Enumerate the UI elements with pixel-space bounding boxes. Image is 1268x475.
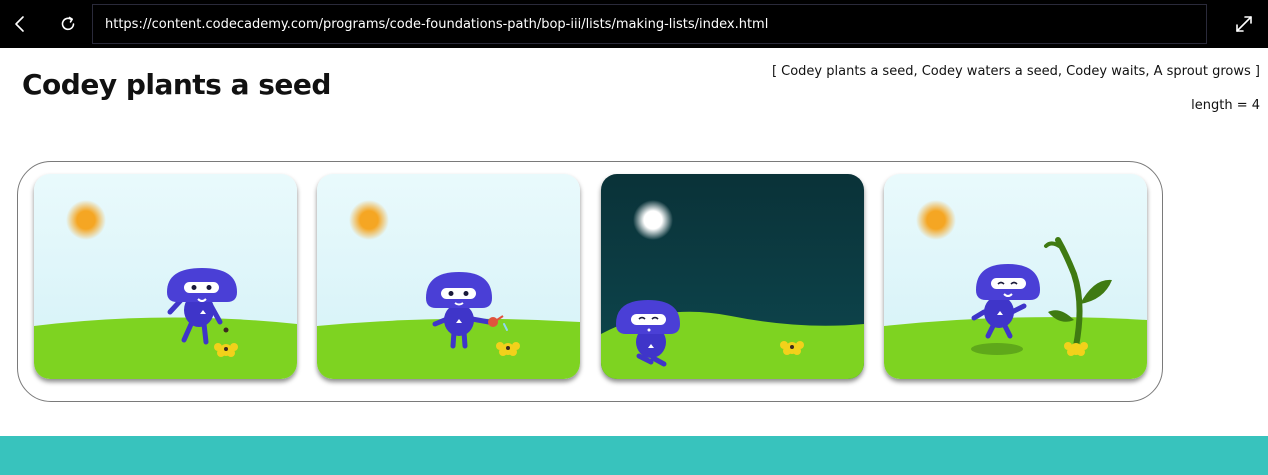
refresh-button[interactable] [56, 12, 80, 36]
flower-icon [496, 342, 520, 356]
shadow [971, 343, 1023, 355]
chevron-left-icon [15, 16, 24, 32]
card-plants-seed[interactable] [34, 174, 297, 379]
sun-icon [916, 200, 956, 240]
card-waters-seed[interactable] [317, 174, 580, 379]
page-title: Codey plants a seed [22, 68, 331, 101]
list-display: [ Codey plants a seed, Codey waters a se… [771, 64, 1260, 79]
moon-icon [633, 200, 673, 240]
grass [34, 317, 297, 379]
flower-icon [214, 343, 238, 357]
address-bar[interactable]: https://content.codecademy.com/programs/… [92, 4, 1207, 44]
footer-band [0, 436, 1268, 475]
length-display: length = 4 [1191, 98, 1260, 113]
refresh-icon [61, 16, 75, 31]
waits-illustration [601, 174, 864, 379]
url-text: https://content.codecademy.com/programs/… [105, 16, 769, 32]
back-button[interactable] [8, 12, 32, 36]
fullscreen-button[interactable] [1232, 12, 1256, 36]
plants-seed-illustration [34, 174, 297, 379]
card-waits[interactable] [601, 174, 864, 379]
card-sprout-grows[interactable] [884, 174, 1147, 379]
sun-icon [66, 200, 106, 240]
flower-icon [780, 341, 804, 355]
waters-seed-illustration [317, 174, 580, 379]
sprout-grows-illustration [884, 174, 1147, 379]
expand-icon [1236, 16, 1252, 32]
sun-icon [349, 200, 389, 240]
flower-icon [1064, 342, 1088, 356]
browser-toolbar: https://content.codecademy.com/programs/… [0, 0, 1268, 48]
